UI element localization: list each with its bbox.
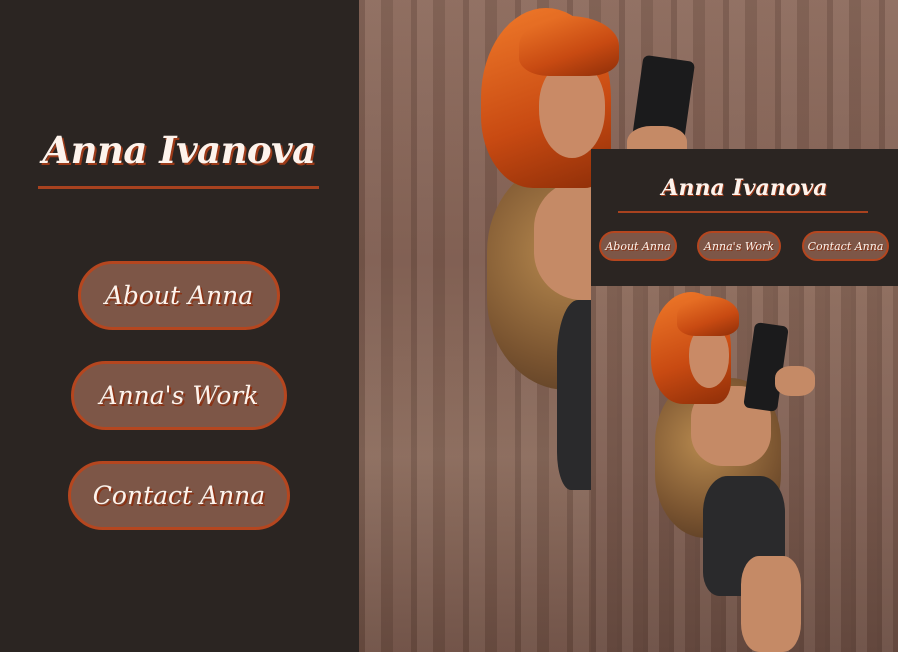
preview-photo-figure: [591, 286, 898, 652]
title-divider: [38, 186, 319, 189]
preview-about-anna-button[interactable]: About Anna: [599, 231, 677, 261]
preview-title[interactable]: Anna Ivanova: [591, 175, 898, 201]
preview-header: Anna Ivanova About Anna Anna's Work Cont…: [591, 149, 898, 286]
sidebar: Anna Ivanova About Anna Anna's Work Cont…: [0, 0, 359, 652]
preview-bangs: [677, 296, 739, 336]
face: [539, 62, 605, 158]
site-title[interactable]: Anna Ivanova: [38, 128, 320, 172]
preview-annas-work-button[interactable]: Anna's Work: [697, 231, 781, 261]
preview-contact-anna-button[interactable]: Contact Anna: [802, 231, 889, 261]
preview-hand: [775, 366, 815, 396]
bangs: [519, 16, 619, 76]
contact-anna-button[interactable]: Contact Anna: [68, 461, 290, 530]
preview-photo: [591, 286, 898, 652]
about-anna-button[interactable]: About Anna: [78, 261, 280, 330]
preview-legs: [741, 556, 801, 652]
preview-divider: [618, 211, 868, 213]
annas-work-button[interactable]: Anna's Work: [71, 361, 287, 430]
